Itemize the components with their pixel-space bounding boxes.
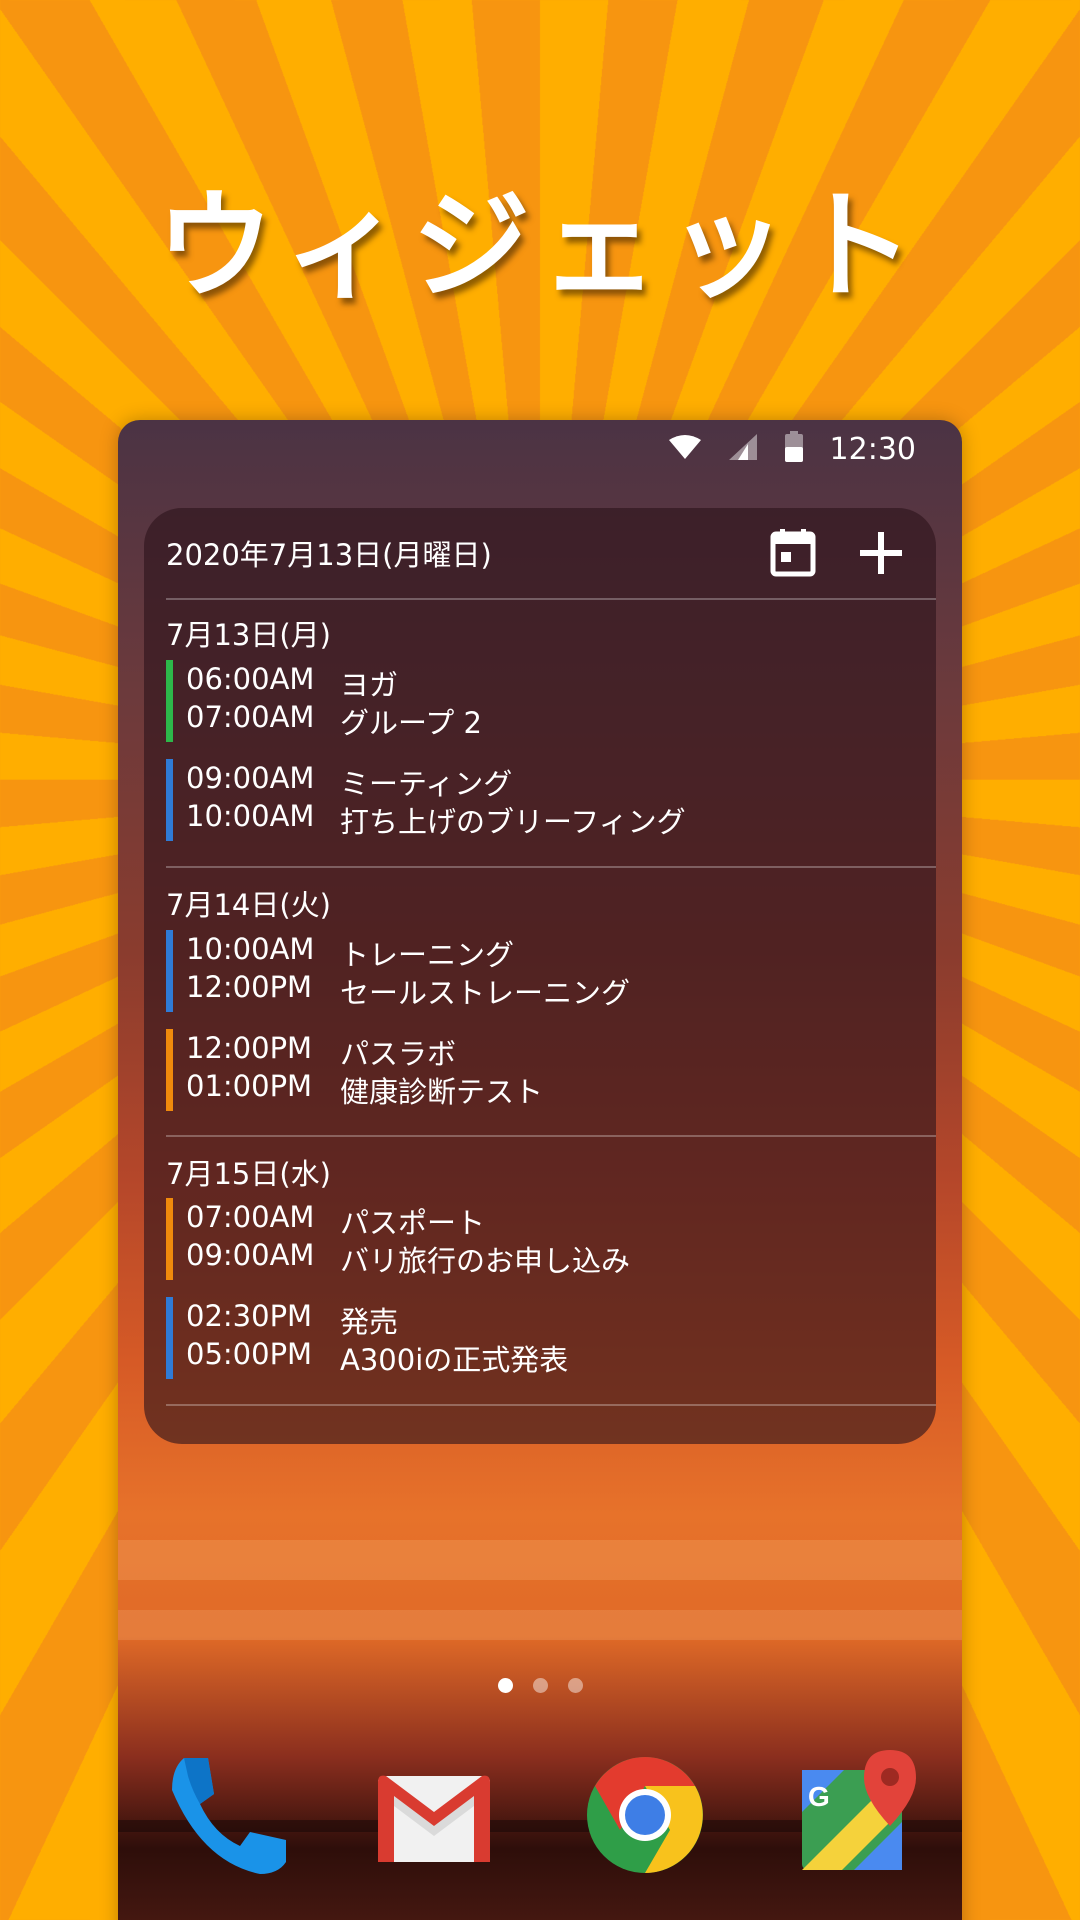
event-start-time: 09:00AM <box>186 761 315 795</box>
event-title: トレーニング <box>340 938 515 972</box>
event-subtitle: 健康診断テスト <box>340 1075 544 1109</box>
event-title: パスポート <box>340 1206 486 1240</box>
event-subtitle: セールストレーニング <box>340 976 631 1010</box>
event-color-bar <box>166 1297 173 1379</box>
day-label: 7月13日(月) <box>166 618 331 652</box>
event-start-time: 12:00PM <box>186 1031 313 1065</box>
event-end-time: 10:00AM <box>186 799 315 833</box>
event-title: パスラボ <box>340 1037 457 1071</box>
event-item[interactable]: 10:00AM トレーニング 12:00PM セールストレーニング <box>166 930 866 1012</box>
event-color-bar <box>166 1029 173 1111</box>
cloud-band <box>118 1540 962 1580</box>
calendar-icon[interactable] <box>750 510 836 596</box>
event-end-time: 09:00AM <box>186 1238 315 1272</box>
widget-header-date[interactable]: 2020年7月13日(月曜日) <box>166 532 750 574</box>
event-color-bar <box>166 930 173 1012</box>
chrome-icon[interactable] <box>580 1750 710 1880</box>
gmail-icon[interactable] <box>368 1750 498 1880</box>
event-color-bar <box>166 660 173 742</box>
event-end-time: 05:00PM <box>186 1337 313 1371</box>
calendar-widget[interactable]: 2020年7月13日(月曜日) 7月13日(月) 06:00AM ヨガ 07:0… <box>144 508 936 1444</box>
divider <box>166 866 936 868</box>
event-start-time: 10:00AM <box>186 932 315 966</box>
event-subtitle: バリ旅行のお申し込み <box>340 1244 631 1278</box>
page-dot[interactable] <box>532 1678 548 1693</box>
cloud-band <box>118 1610 962 1640</box>
event-subtitle: グループ 2 <box>340 706 482 740</box>
event-start-time: 02:30PM <box>186 1299 313 1333</box>
page-indicator <box>118 1678 962 1693</box>
dock: G <box>118 1750 962 1880</box>
event-title: ヨガ <box>340 668 399 702</box>
cell-signal-icon <box>728 433 758 465</box>
divider <box>166 1404 936 1406</box>
page-dot[interactable] <box>497 1678 513 1693</box>
event-end-time: 12:00PM <box>186 970 313 1004</box>
event-item[interactable]: 02:30PM 発売 05:00PM A300iの正式発表 <box>166 1297 866 1379</box>
event-color-bar <box>166 759 173 841</box>
event-end-time: 01:00PM <box>186 1069 313 1103</box>
battery-icon <box>784 431 804 467</box>
event-end-time: 07:00AM <box>186 700 315 734</box>
event-item[interactable]: 09:00AM ミーティング 10:00AM 打ち上げのブリーフィング <box>166 759 866 841</box>
event-item[interactable]: 07:00AM パスポート 09:00AM バリ旅行のお申し込み <box>166 1198 866 1280</box>
page-dot[interactable] <box>567 1678 583 1693</box>
event-subtitle: A300iの正式発表 <box>340 1343 569 1377</box>
day-label: 7月14日(火) <box>166 888 331 922</box>
event-start-time: 06:00AM <box>186 662 315 696</box>
event-color-bar <box>166 1198 173 1280</box>
event-title: ミーティング <box>340 767 513 801</box>
svg-text:G: G <box>808 1781 830 1812</box>
phone-icon[interactable] <box>162 1750 292 1880</box>
event-item[interactable]: 12:00PM パスラボ 01:00PM 健康診断テスト <box>166 1029 866 1111</box>
divider <box>166 598 936 600</box>
phone-screen: 12:30 2020年7月13日(月曜日) 7月13日(月) 06:00AM ヨ… <box>118 420 962 1920</box>
widget-header: 2020年7月13日(月曜日) <box>144 508 936 598</box>
status-time: 12:30 <box>829 431 916 467</box>
divider <box>166 1135 936 1137</box>
maps-icon[interactable]: G <box>794 1750 924 1880</box>
event-item[interactable]: 06:00AM ヨガ 07:00AM グループ 2 <box>166 660 866 742</box>
event-start-time: 07:00AM <box>186 1200 315 1234</box>
event-subtitle: 打ち上げのブリーフィング <box>340 805 686 839</box>
wifi-icon <box>668 434 702 464</box>
status-bar: 12:30 <box>118 420 962 478</box>
event-title: 発売 <box>340 1305 399 1339</box>
headline: ウィジェット <box>155 177 924 315</box>
day-label: 7月15日(水) <box>166 1157 331 1191</box>
plus-icon[interactable] <box>838 510 924 596</box>
